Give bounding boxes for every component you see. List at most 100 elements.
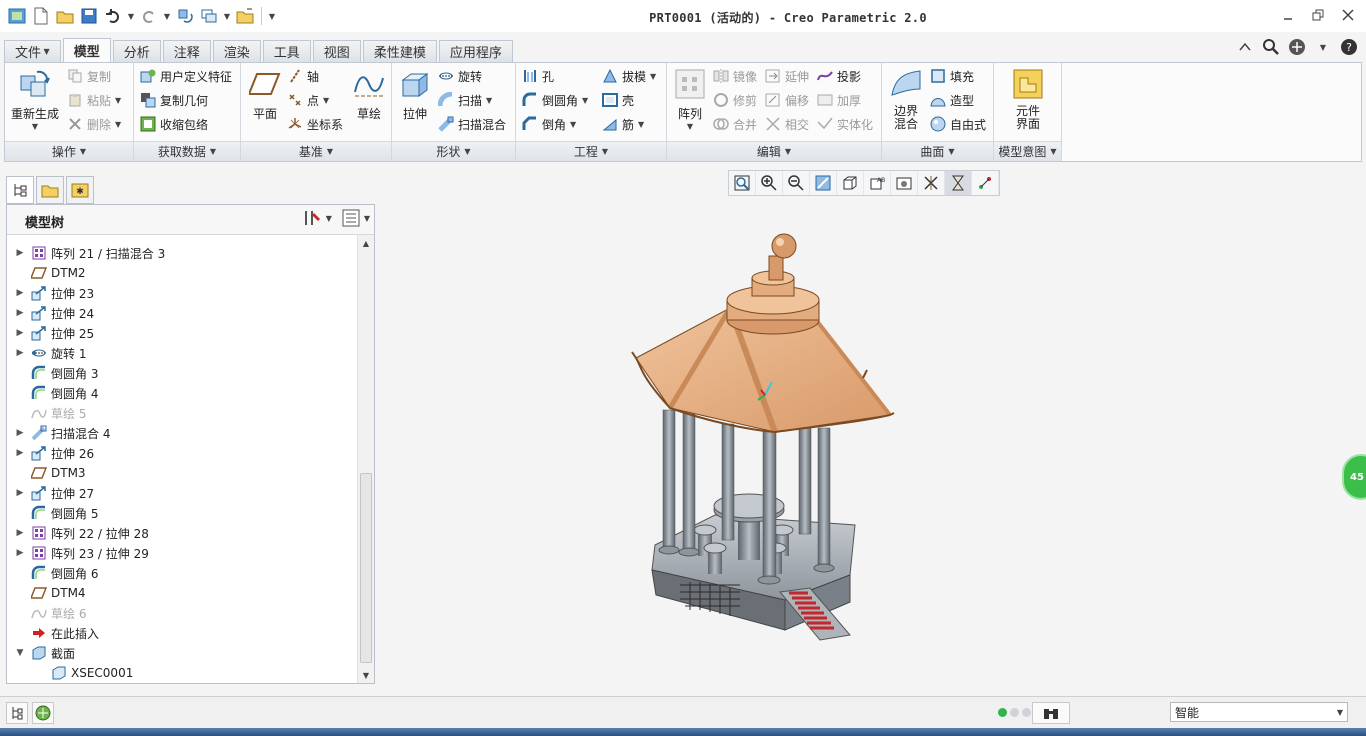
tab-model[interactable]: 模型 — [62, 38, 111, 62]
udf-button[interactable]: 用户定义特征 — [140, 65, 232, 87]
tree-row[interactable]: 草绘 6 — [7, 603, 356, 623]
tab-applications[interactable]: 应用程序 — [438, 40, 513, 62]
freestyle-button[interactable]: 自由式 — [930, 113, 986, 135]
tree-row[interactable]: ▶ 拉伸 23 — [7, 283, 356, 303]
tree-row[interactable]: ▶ 阵列 23 / 拉伸 29 — [7, 543, 356, 563]
tree-show-button[interactable]: ▼ — [342, 209, 370, 227]
group-shapes-footer[interactable]: 形状 ▼ — [392, 141, 515, 161]
chamfer-button[interactable]: 倒角 ▼ — [522, 113, 576, 135]
fill-button[interactable]: 填充 — [930, 65, 974, 87]
datum-display-icon[interactable] — [918, 171, 945, 195]
tree-row[interactable]: ▶ 阵列 21 / 扫描混合 3 — [7, 243, 356, 263]
component-interface-button[interactable]: 元件界面 — [1008, 67, 1048, 131]
paste-button[interactable]: 粘贴 ▼ — [67, 89, 121, 111]
tree-settings-button[interactable]: ▼ — [302, 209, 332, 227]
group-model-intent-footer[interactable]: 模型意图 ▼ — [994, 141, 1061, 161]
expand-icon[interactable]: ▶ — [13, 328, 27, 338]
group-datum-footer[interactable]: 基准 ▼ — [241, 141, 391, 161]
shrinkwrap-button[interactable]: 收缩包络 — [140, 113, 208, 135]
tab-view[interactable]: 视图 — [312, 40, 361, 62]
expand-icon[interactable]: ▶ — [13, 348, 27, 358]
tree-row[interactable]: 倒圆角 5 — [7, 503, 356, 523]
tree-row[interactable]: 倒圆角 4 — [7, 383, 356, 403]
zoom-in-icon[interactable] — [756, 171, 783, 195]
toggle-browser-button[interactable] — [32, 702, 54, 724]
model-tree-tab[interactable] — [6, 176, 34, 204]
repaint-icon[interactable] — [810, 171, 837, 195]
floating-notification-badge[interactable]: 45 — [1342, 454, 1366, 500]
intersect-button[interactable]: 相交 — [765, 113, 809, 135]
axis-button[interactable]: 轴 — [287, 65, 319, 87]
offset-button[interactable]: 偏移 — [765, 89, 809, 111]
tree-row[interactable]: 草绘 5 — [7, 403, 356, 423]
delete-button[interactable]: 删除 ▼ — [67, 113, 121, 135]
collapse-icon[interactable]: ▼ — [13, 648, 27, 658]
trim-button[interactable]: 修剪 — [713, 89, 757, 111]
project-button[interactable]: 投影 — [817, 65, 861, 87]
toggle-navigator-button[interactable] — [6, 702, 28, 724]
group-editing-footer[interactable]: 编辑 ▼ — [667, 141, 881, 161]
tree-row[interactable]: DTM3 — [7, 463, 356, 483]
expand-icon[interactable]: ▶ — [13, 488, 27, 498]
pattern-button[interactable]: 阵列 ▼ — [673, 67, 707, 131]
tree-row[interactable]: ▶ 拉伸 25 — [7, 323, 356, 343]
saved-orientations-icon[interactable] — [837, 171, 864, 195]
search-icon[interactable] — [1262, 38, 1280, 56]
swept-blend-button[interactable]: 扫描混合 — [438, 113, 506, 135]
scroll-thumb[interactable] — [360, 473, 372, 663]
refit-icon[interactable] — [729, 171, 756, 195]
extrude-button[interactable]: 拉伸 — [398, 67, 432, 122]
close-icon[interactable] — [1336, 4, 1360, 26]
solidify-button[interactable]: 实体化 — [817, 113, 873, 135]
boundary-blend-button[interactable]: 边界混合 — [886, 67, 926, 131]
tree-row[interactable]: ▶ 扫描混合 4 — [7, 423, 356, 443]
scroll-down-icon[interactable]: ▼ — [358, 667, 374, 683]
tab-render[interactable]: 渲染 — [212, 40, 261, 62]
favorites-tab[interactable]: ✱ — [66, 176, 94, 204]
help-center-icon[interactable] — [1288, 38, 1306, 56]
expand-icon[interactable]: ▶ — [13, 308, 27, 318]
collapse-ribbon-icon[interactable] — [1236, 38, 1254, 56]
tree-row[interactable]: ▶ 拉伸 27 — [7, 483, 356, 503]
group-surfaces-footer[interactable]: 曲面 ▼ — [882, 141, 993, 161]
point-button[interactable]: 点 ▼ — [287, 89, 329, 111]
sweep-button[interactable]: 扫描 ▼ — [438, 89, 492, 111]
spin-center-icon[interactable] — [945, 171, 972, 195]
minimize-icon[interactable] — [1276, 4, 1300, 26]
help-dropdown-icon[interactable]: ▼ — [1314, 38, 1332, 56]
expand-icon[interactable]: ▶ — [13, 548, 27, 558]
csys-button[interactable]: 坐标系 — [287, 113, 343, 135]
copy-geometry-button[interactable]: 复制几何 — [140, 89, 208, 111]
tree-row[interactable]: ▶ 拉伸 26 — [7, 443, 356, 463]
round-button[interactable]: 倒圆角 ▼ — [522, 89, 588, 111]
regenerate-button[interactable]: 重新生成 ▼ — [11, 67, 59, 131]
copy-button[interactable]: 复制 — [67, 65, 111, 87]
tab-analysis[interactable]: 分析 — [112, 40, 161, 62]
tree-row[interactable]: 倒圆角 6 — [7, 563, 356, 583]
restore-icon[interactable] — [1306, 4, 1330, 26]
tree-row[interactable]: ▼ 截面 — [7, 643, 356, 663]
view-manager-icon[interactable]: AB — [864, 171, 891, 195]
group-engineering-footer[interactable]: 工程 ▼ — [516, 141, 666, 161]
tab-flexible-modeling[interactable]: 柔性建模 — [362, 40, 437, 62]
tree-row[interactable]: ▶ 阵列 22 / 拉伸 28 — [7, 523, 356, 543]
tree-row[interactable]: ▶ 旋转 1 — [7, 343, 356, 363]
tree-row[interactable]: 在此插入 — [7, 623, 356, 643]
plane-button[interactable]: 平面 — [247, 67, 283, 122]
thicken-button[interactable]: 加厚 — [817, 89, 861, 111]
extend-button[interactable]: 延伸 — [765, 65, 809, 87]
revolve-button[interactable]: 旋转 — [438, 65, 482, 87]
hole-button[interactable]: 孔 — [522, 65, 554, 87]
mirror-button[interactable]: 镜像 — [713, 65, 757, 87]
display-style-icon[interactable] — [891, 171, 918, 195]
scroll-up-icon[interactable]: ▲ — [358, 235, 374, 251]
tree-row[interactable]: 倒圆角 3 — [7, 363, 356, 383]
expand-icon[interactable]: ▶ — [13, 288, 27, 298]
group-operations-footer[interactable]: 操作 ▼ — [5, 141, 133, 161]
annotation-display-icon[interactable] — [972, 171, 999, 195]
expand-icon[interactable]: ▶ — [13, 528, 27, 538]
sketch-button[interactable]: 草绘 — [353, 67, 385, 122]
selection-filter-select[interactable]: 智能 ▼ — [1170, 702, 1348, 722]
group-get-data-footer[interactable]: 获取数据 ▼ — [134, 141, 240, 161]
folder-browser-tab[interactable] — [36, 176, 64, 204]
